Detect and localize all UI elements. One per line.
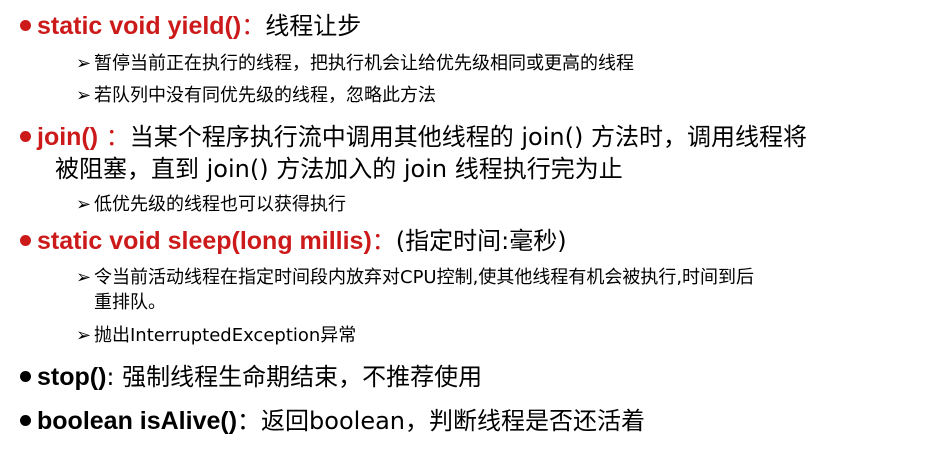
separator: ： bbox=[371, 227, 396, 255]
separator: ： bbox=[98, 123, 130, 151]
method-desc: 线程让步 bbox=[265, 12, 362, 40]
bullet-icon bbox=[20, 19, 31, 31]
separator: : bbox=[106, 363, 123, 391]
method-join: join() ：当某个程序执行流中调用其他线程的 join() 方法时，调用线程… bbox=[20, 122, 807, 152]
bullet-icon bbox=[20, 234, 31, 246]
method-stop: stop(): 强制线程生命期结束，不推荐使用 bbox=[20, 362, 482, 392]
bullet-icon bbox=[20, 370, 31, 382]
method-name: stop() bbox=[37, 363, 107, 391]
bullet-icon bbox=[20, 130, 31, 142]
method-isalive: boolean isAlive()：返回boolean，判断线程是否还活着 bbox=[20, 406, 645, 436]
sub-item: ➢ 令当前活动线程在指定时间段内放弃对CPU控制,使其他线程有机会被执行,时间到后 bbox=[76, 265, 754, 291]
method-name: static void sleep(long millis) bbox=[37, 227, 372, 255]
separator: ： bbox=[237, 407, 262, 435]
bullet-icon bbox=[20, 414, 31, 426]
arrow-icon: ➢ bbox=[76, 325, 92, 346]
sub-text: 若队列中没有同优先级的线程，忽略此方法 bbox=[94, 85, 436, 106]
arrow-icon: ➢ bbox=[76, 194, 92, 215]
sub-text-continued: 重排队。 bbox=[94, 292, 166, 313]
sub-item: ➢ 低优先级的线程也可以获得执行 bbox=[76, 192, 346, 218]
sub-item: ➢ 抛出InterruptedException异常 bbox=[76, 323, 356, 349]
method-desc: 当某个程序执行流中调用其他线程的 join() 方法时，调用线程将 bbox=[129, 123, 807, 151]
method-name: static void yield() bbox=[37, 12, 242, 40]
sub-text: 暂停当前正在执行的线程，把执行机会让给优先级相同或更高的线程 bbox=[94, 53, 634, 74]
arrow-icon: ➢ bbox=[76, 85, 92, 106]
sub-text: 低优先级的线程也可以获得执行 bbox=[94, 194, 346, 215]
method-desc-continued: 被阻塞，直到 join() 方法加入的 join 线程执行完为止 bbox=[55, 155, 623, 183]
method-desc: 返回boolean，判断线程是否还活着 bbox=[261, 407, 645, 435]
separator: ： bbox=[241, 12, 266, 40]
arrow-icon: ➢ bbox=[76, 53, 92, 74]
method-desc: (指定时间:毫秒) bbox=[395, 227, 567, 255]
sub-text: 令当前活动线程在指定时间段内放弃对CPU控制,使其他线程有机会被执行,时间到后 bbox=[94, 267, 755, 288]
method-sleep: static void sleep(long millis)：(指定时间:毫秒) bbox=[20, 226, 567, 256]
sub-text: 抛出InterruptedException异常 bbox=[94, 325, 357, 346]
method-desc: 强制线程生命期结束，不推荐使用 bbox=[122, 363, 483, 391]
sub-item: ➢ 暂停当前正在执行的线程，把执行机会让给优先级相同或更高的线程 bbox=[76, 51, 634, 77]
method-yield: static void yield()：线程让步 bbox=[20, 11, 361, 41]
method-name: join() bbox=[37, 123, 99, 151]
sub-item: ➢ 若队列中没有同优先级的线程，忽略此方法 bbox=[76, 83, 436, 109]
arrow-icon: ➢ bbox=[76, 267, 92, 288]
method-name: boolean isAlive() bbox=[37, 407, 238, 435]
